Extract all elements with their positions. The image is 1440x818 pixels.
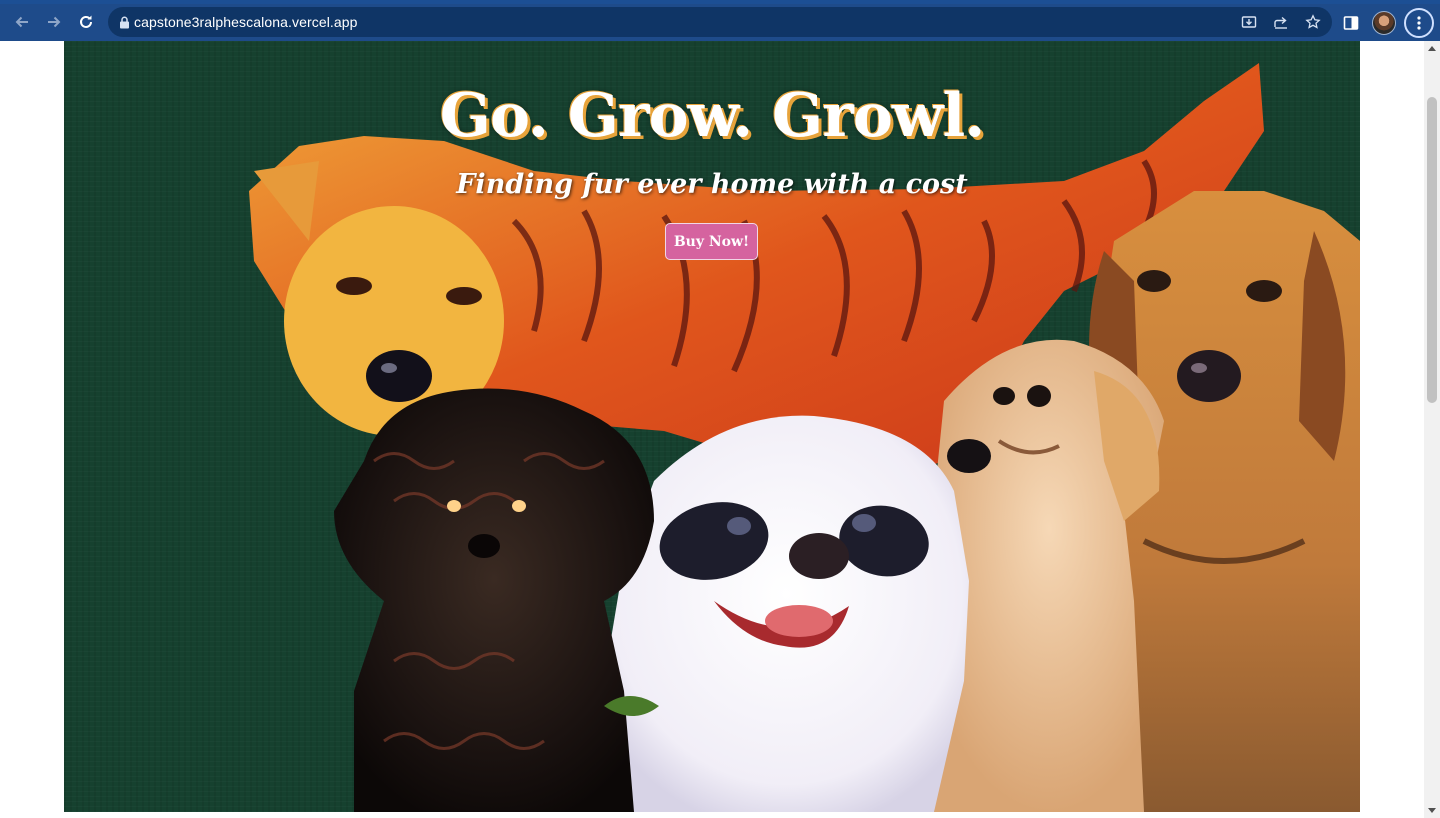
address-bar[interactable]: capstone3ralphescalona.vercel.app	[108, 7, 1332, 37]
kebab-menu-icon[interactable]	[1404, 7, 1434, 38]
share-icon[interactable]	[1268, 9, 1294, 35]
avatar[interactable]	[1372, 10, 1396, 35]
side-panel-icon[interactable]	[1338, 10, 1364, 36]
url-text[interactable]: capstone3ralphescalona.vercel.app	[134, 14, 358, 30]
forward-arrow-icon[interactable]	[38, 6, 70, 38]
lock-icon[interactable]	[116, 9, 132, 35]
browser-toolbar: capstone3ralphescalona.vercel.app	[0, 4, 1440, 41]
scroll-down-arrow-icon[interactable]	[1428, 808, 1436, 813]
page-viewport: Go. Grow. Growl. Finding fur ever home w…	[0, 41, 1424, 818]
scrollbar-thumb[interactable]	[1427, 97, 1437, 403]
white-dog	[604, 415, 969, 812]
star-icon[interactable]	[1300, 9, 1326, 35]
scroll-up-arrow-icon[interactable]	[1428, 46, 1436, 51]
install-app-icon[interactable]	[1236, 9, 1262, 35]
hero-title: Go. Grow. Growl.	[439, 81, 985, 151]
hero-subtitle: Finding fur ever home with a cost	[456, 169, 968, 200]
reload-icon[interactable]	[70, 6, 102, 38]
back-arrow-icon[interactable]	[6, 6, 38, 38]
vertical-scrollbar[interactable]	[1424, 41, 1440, 818]
black-poodle-dog	[334, 388, 654, 812]
puppy-dog	[934, 339, 1164, 812]
hero-banner: Go. Grow. Growl. Finding fur ever home w…	[64, 41, 1360, 812]
buy-now-button[interactable]: Buy Now!	[665, 223, 758, 260]
dogs-illustration	[249, 63, 1360, 812]
